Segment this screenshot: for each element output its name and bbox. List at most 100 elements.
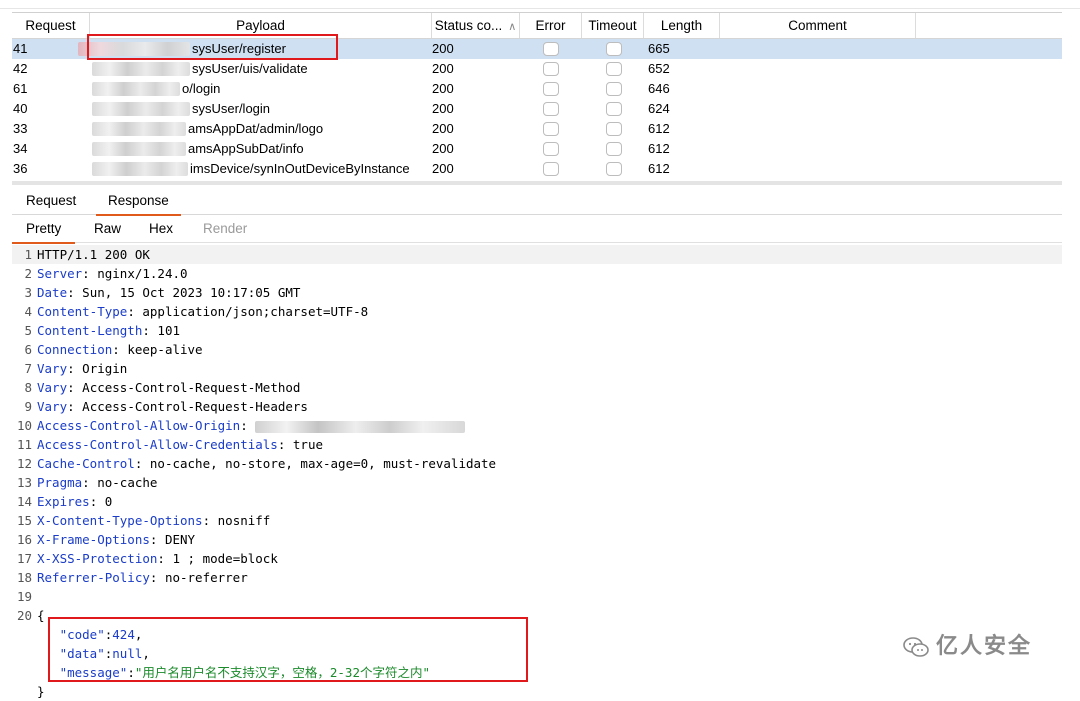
timeout-checkbox[interactable] xyxy=(606,142,622,156)
tab-render[interactable]: Render xyxy=(189,218,261,242)
table-row[interactable]: 40 sysUser/login 200 624 xyxy=(12,99,1062,119)
line-number: 7 xyxy=(24,361,32,376)
table-row[interactable]: 33 amsAppDat/admin/logo 200 612 xyxy=(12,119,1062,139)
cell-length: 612 xyxy=(648,121,670,136)
col-header-status[interactable]: Status co... ∧ xyxy=(432,13,520,38)
cell-request: 42 xyxy=(13,61,28,76)
header-name: Cache-Control xyxy=(37,456,135,471)
editor-line: 8 Vary: Access-Control-Request-Method xyxy=(12,378,1062,397)
sort-ascending-icon: ∧ xyxy=(508,21,517,33)
table-row[interactable]: 36 imsDevice/synInOutDeviceByInstance 20… xyxy=(12,159,1062,179)
editor-line: 16 X-Frame-Options: DENY xyxy=(12,530,1062,549)
cell-payload: imsDevice/synInOutDeviceByInstance xyxy=(190,161,410,176)
editor-line: 11 Access-Control-Allow-Credentials: true xyxy=(12,435,1062,454)
editor-line: 18 Referrer-Policy: no-referrer xyxy=(12,568,1062,587)
timeout-checkbox[interactable] xyxy=(606,162,622,176)
watermark: 亿人安全 xyxy=(902,630,1032,664)
cell-length: 646 xyxy=(648,81,670,96)
header-value: Sun, 15 Oct 2023 10:17:05 GMT xyxy=(82,285,301,300)
header-value: 0 xyxy=(104,494,113,509)
editor-line: 1 HTTP/1.1 200 OK xyxy=(12,245,1062,264)
error-checkbox[interactable] xyxy=(543,122,559,136)
col-header-request[interactable]: Request xyxy=(12,13,90,38)
tab-pretty[interactable]: Pretty xyxy=(12,218,76,244)
timeout-checkbox[interactable] xyxy=(606,82,622,96)
cell-length: 665 xyxy=(648,41,670,56)
cell-request: 41 xyxy=(13,41,28,56)
col-header-length[interactable]: Length xyxy=(644,13,720,38)
line-number: 4 xyxy=(24,304,32,319)
cell-status: 200 xyxy=(432,101,454,116)
line-number: 20 xyxy=(16,608,32,623)
header-value: no-cache, no-store, max-age=0, must-reva… xyxy=(149,456,497,471)
header-value: Access-Control-Request-Method xyxy=(82,380,301,395)
header-name: X-Content-Type-Options xyxy=(37,513,203,528)
cell-request: 34 xyxy=(13,141,28,156)
response-editor[interactable]: 1 HTTP/1.1 200 OK 2 Server: nginx/1.24.0 3… xyxy=(12,245,1062,699)
json-open-brace: { xyxy=(37,608,45,623)
cell-payload: amsAppDat/admin/logo xyxy=(188,121,324,136)
header-value: application/json;charset=UTF-8 xyxy=(142,304,369,319)
error-checkbox[interactable] xyxy=(543,142,559,156)
line-number: 14 xyxy=(16,494,32,509)
error-checkbox[interactable] xyxy=(543,82,559,96)
header-name: Content-Type xyxy=(37,304,128,319)
editor-line: 7 Vary: Origin xyxy=(12,359,1062,378)
cell-status: 200 xyxy=(432,141,454,156)
header-name: X-Frame-Options xyxy=(37,532,150,547)
editor-line: 2 Server: nginx/1.24.0 xyxy=(12,264,1062,283)
timeout-checkbox[interactable] xyxy=(606,62,622,76)
header-name: Access-Control-Allow-Origin xyxy=(37,418,241,433)
error-checkbox[interactable] xyxy=(543,42,559,56)
header-name: Referrer-Policy xyxy=(37,570,150,585)
col-header-error[interactable]: Error xyxy=(520,13,582,38)
table-row[interactable]: 61 o/login 200 646 xyxy=(12,79,1062,99)
cell-payload: sysUser/login xyxy=(192,101,271,116)
tab-hex[interactable]: Hex xyxy=(135,218,187,242)
editor-line: 9 Vary: Access-Control-Request-Headers xyxy=(12,397,1062,416)
tab-raw[interactable]: Raw xyxy=(80,218,135,242)
header-value: DENY xyxy=(164,532,196,547)
header-name: Connection xyxy=(37,342,113,357)
redacted-payload-prefix xyxy=(92,82,180,96)
message-tabs: Request Response xyxy=(12,190,1062,216)
editor-line: 14 Expires: 0 xyxy=(12,492,1062,511)
header-name: Expires xyxy=(37,494,90,509)
timeout-checkbox[interactable] xyxy=(606,42,622,56)
header-name: Content-Length xyxy=(37,323,143,338)
header-value: keep-alive xyxy=(127,342,203,357)
editor-line: 17 X-XSS-Protection: 1 ; mode=block xyxy=(12,549,1062,568)
cell-status: 200 xyxy=(432,61,454,76)
timeout-checkbox[interactable] xyxy=(606,102,622,116)
error-checkbox[interactable] xyxy=(543,162,559,176)
cell-status: 200 xyxy=(432,161,454,176)
redacted-payload-prefix xyxy=(92,142,186,156)
line-number: 19 xyxy=(16,589,32,604)
header-name: Server xyxy=(37,266,83,281)
header-name: Pragma xyxy=(37,475,83,490)
tab-request[interactable]: Request xyxy=(14,190,88,214)
redacted-payload-prefix xyxy=(92,162,188,176)
cell-request: 36 xyxy=(13,161,28,176)
cell-length: 612 xyxy=(648,161,670,176)
line-number: 9 xyxy=(24,399,32,414)
tab-response[interactable]: Response xyxy=(96,190,181,216)
cell-payload: o/login xyxy=(182,81,221,96)
json-highlight-box xyxy=(48,617,528,682)
header-value: 1 ; mode=block xyxy=(172,551,278,566)
error-checkbox[interactable] xyxy=(543,62,559,76)
table-row[interactable]: 34 amsAppSubDat/info 200 612 xyxy=(12,139,1062,159)
cell-status: 200 xyxy=(432,81,454,96)
redacted-payload-prefix xyxy=(92,62,190,76)
col-header-timeout[interactable]: Timeout xyxy=(582,13,644,38)
col-header-comment[interactable]: Comment xyxy=(720,13,916,38)
horizontal-scrollbar[interactable] xyxy=(12,181,1062,185)
error-checkbox[interactable] xyxy=(543,102,559,116)
header-value: 101 xyxy=(157,323,180,338)
redacted-payload-prefix xyxy=(92,122,186,136)
window-top-edge xyxy=(0,0,1080,9)
cell-payload: sysUser/uis/validate xyxy=(192,61,308,76)
timeout-checkbox[interactable] xyxy=(606,122,622,136)
line-number: 8 xyxy=(24,380,32,395)
table-row[interactable]: 42 sysUser/uis/validate 200 652 xyxy=(12,59,1062,79)
